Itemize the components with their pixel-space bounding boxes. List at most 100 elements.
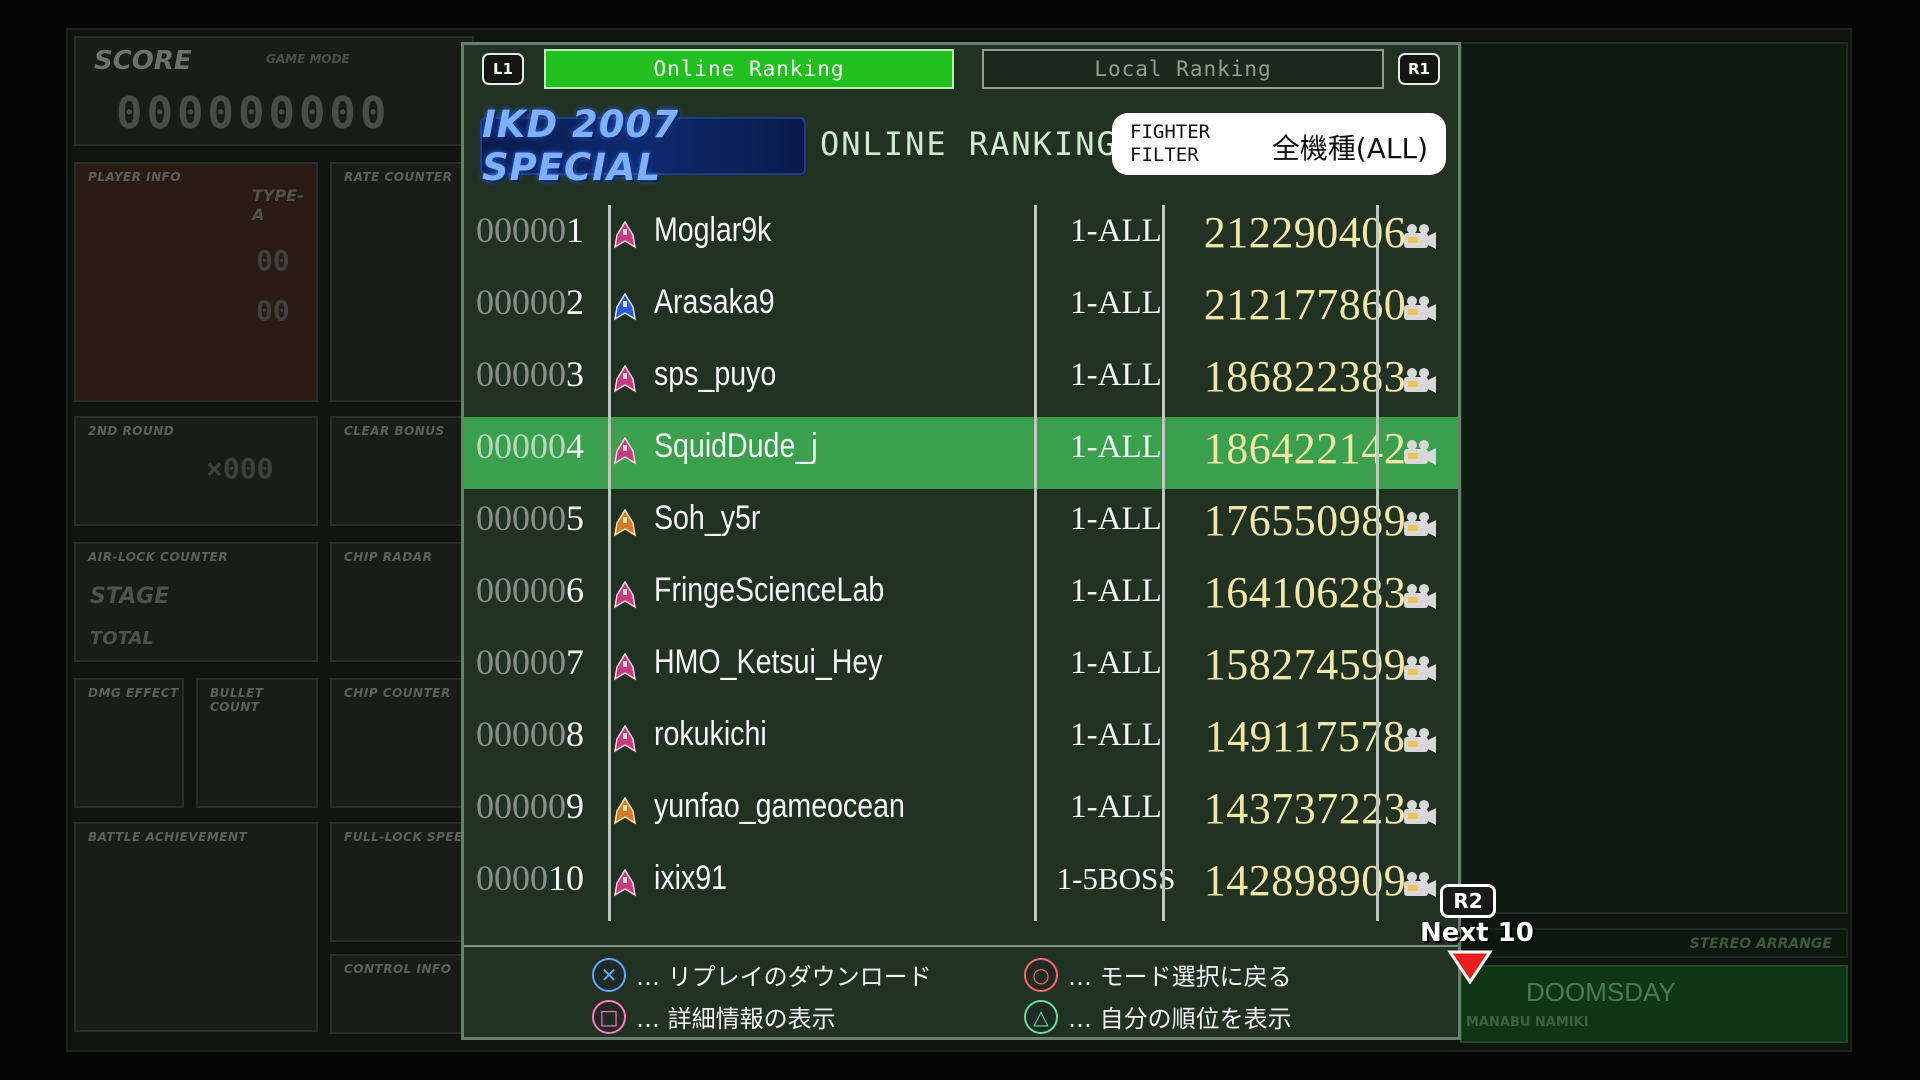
rank-number: 000006 <box>470 569 584 611</box>
player-name: ixix91 <box>654 859 728 897</box>
ranking-row[interactable]: 000008 rokukichi 1-ALL 149117578 <box>464 705 1458 777</box>
air-lock-label: AIR-LOCK COUNTER <box>88 550 229 564</box>
fighter-ship-icon <box>614 365 636 393</box>
square-button-icon: □ <box>592 999 626 1034</box>
replay-camera-icon[interactable] <box>1400 725 1438 755</box>
track-title-box: DOOMSDAY MANABU NAMIKI <box>1460 965 1848 1043</box>
fighter-filter-value: 全機種(ALL) <box>1271 132 1428 165</box>
ranking-row[interactable]: 000007 HMO_Ketsui_Hey 1-ALL 158274599 <box>464 633 1458 705</box>
rank-value: 2 <box>566 282 584 322</box>
replay-camera-icon[interactable] <box>1400 653 1438 683</box>
player-info-digits-2: 00 <box>256 294 290 327</box>
player-info-panel: PLAYER INFO TYPE-A 00 00 <box>74 162 318 402</box>
rank-number: 000007 <box>470 641 584 683</box>
bullet-count-label: BULLET COUNT <box>210 686 264 714</box>
legend-back-to-mode: ○ … モード選択に戻る <box>1024 957 1292 992</box>
rank-padding: 00000 <box>476 642 566 682</box>
section-title: ONLINE RANKING <box>820 125 1118 163</box>
stage-label: STAGE <box>90 584 170 609</box>
legend-show-details-text: … 詳細情報の表示 <box>636 1005 836 1033</box>
legend-back-to-mode-text: … モード選択に戻る <box>1068 963 1292 991</box>
full-lock-speed-label: FULL-LOCK SPEED <box>344 830 474 844</box>
rank-number: 000008 <box>470 713 584 755</box>
triangle-button-icon: △ <box>1024 999 1058 1034</box>
second-round-panel: 2ND ROUND ×000 <box>74 416 318 526</box>
player-name: rokukichi <box>654 715 767 753</box>
rank-padding: 00000 <box>476 354 566 394</box>
player-info-digits: 00 <box>256 244 290 277</box>
composer-name: MANABU NAMIKI <box>1466 1015 1589 1030</box>
replay-camera-icon[interactable] <box>1400 221 1438 251</box>
second-round-digits: ×000 <box>206 452 274 485</box>
second-round-label: 2ND ROUND <box>88 424 175 438</box>
rank-padding: 00000 <box>476 714 566 754</box>
tab-local-ranking[interactable]: Local Ranking <box>982 49 1384 89</box>
dmg-effect-label: DMG EFFECT <box>88 686 179 700</box>
rank-number: 000005 <box>470 497 584 539</box>
player-name: yunfao_gameocean <box>654 787 905 825</box>
clear-bonus-label: CLEAR BONUS <box>344 424 445 438</box>
replay-camera-icon[interactable] <box>1400 365 1438 395</box>
player-name: SquidDude_j <box>654 427 818 465</box>
player-name: Moglar9k <box>654 211 772 249</box>
replay-camera-icon[interactable] <box>1400 581 1438 611</box>
track-title: DOOMSDAY <box>1526 977 1676 1007</box>
tab-online-ranking[interactable]: Online Ranking <box>544 49 954 89</box>
rank-padding: 0000 <box>476 858 548 898</box>
chip-radar-label: CHIP RADAR <box>344 550 433 564</box>
rank-value: 8 <box>566 714 584 754</box>
legend-show-my-rank: △ … 自分の順位を表示 <box>1024 999 1292 1034</box>
footer-divider <box>464 945 1458 947</box>
column-divider <box>1162 205 1165 921</box>
rank-value: 1 <box>566 210 584 250</box>
r1-button-icon[interactable]: R1 <box>1398 53 1440 85</box>
player-name: sps_puyo <box>654 355 777 393</box>
down-arrow-icon <box>1447 950 1493 984</box>
rank-padding: 00000 <box>476 498 566 538</box>
rank-value: 6 <box>566 570 584 610</box>
replay-camera-icon[interactable] <box>1400 293 1438 323</box>
bullet-count-panel: BULLET COUNT <box>196 678 318 808</box>
player-name: HMO_Ketsui_Hey <box>654 643 883 681</box>
control-info-panel: CONTROL INFO <box>330 954 480 1034</box>
r2-button-icon[interactable]: R2 <box>1440 884 1496 918</box>
fighter-ship-icon <box>614 221 636 249</box>
ranking-row[interactable]: 000009 yunfao_gameocean 1-ALL 143737223 <box>464 777 1458 849</box>
fighter-ship-icon <box>614 869 636 897</box>
total-label: TOTAL <box>90 628 154 649</box>
replay-camera-icon[interactable] <box>1400 869 1438 899</box>
rank-padding: 00000 <box>476 426 566 466</box>
ranking-row[interactable]: 000003 sps_puyo 1-ALL 186822383 <box>464 345 1458 417</box>
dmg-effect-panel: DMG EFFECT <box>74 678 184 808</box>
stereo-arrange-label: STEREO ARRANGE <box>1689 936 1832 952</box>
ranking-row[interactable]: 000005 Soh_y5r 1-ALL 176550989 <box>464 489 1458 561</box>
air-lock-panel: AIR-LOCK COUNTER STAGE TOTAL <box>74 542 318 662</box>
chip-counter-label: CHIP COUNTER <box>344 686 451 700</box>
ranking-row[interactable]: 000002 Arasaka9 1-ALL 212177860 <box>464 273 1458 345</box>
ranking-list: 000001 Moglar9k 1-ALL 212290406 000002 Arasak… <box>464 201 1458 905</box>
player-name: FringeScienceLab <box>654 571 885 609</box>
ranking-row[interactable]: 000004 SquidDude_j 1-ALL 186422142 <box>464 417 1458 489</box>
rank-value: 4 <box>566 426 584 466</box>
rank-value: 3 <box>566 354 584 394</box>
ranking-row[interactable]: 000006 FringeScienceLab 1-ALL 164106283 <box>464 561 1458 633</box>
fighter-filter-label: FIGHTER FILTER <box>1130 121 1211 166</box>
chip-radar-panel: CHIP RADAR <box>330 542 480 662</box>
replay-camera-icon[interactable] <box>1400 437 1438 467</box>
legend-download-replay-text: … リプレイのダウンロード <box>636 963 932 991</box>
ranking-row[interactable]: 000010 ixix91 1-5BOSS 142898909 <box>464 849 1458 921</box>
rank-number: 000009 <box>470 785 584 827</box>
control-info-label: CONTROL INFO <box>344 962 452 976</box>
player-name: Soh_y5r <box>654 499 761 537</box>
fighter-ship-icon <box>614 653 636 681</box>
next-10-button[interactable]: Next 10 <box>1420 918 1534 948</box>
ranking-row[interactable]: 000001 Moglar9k 1-ALL 212290406 <box>464 201 1458 273</box>
fighter-filter[interactable]: FIGHTER FILTER 全機種(ALL) <box>1112 113 1446 175</box>
l1-button-icon[interactable]: L1 <box>482 53 524 85</box>
rank-padding: 00000 <box>476 210 566 250</box>
replay-camera-icon[interactable] <box>1400 509 1438 539</box>
play-area-panel <box>1460 42 1848 914</box>
fighter-ship-icon <box>614 725 636 753</box>
replay-camera-icon[interactable] <box>1400 797 1438 827</box>
score-panel: SCORE GAME MODE 000000000 <box>74 36 474 146</box>
